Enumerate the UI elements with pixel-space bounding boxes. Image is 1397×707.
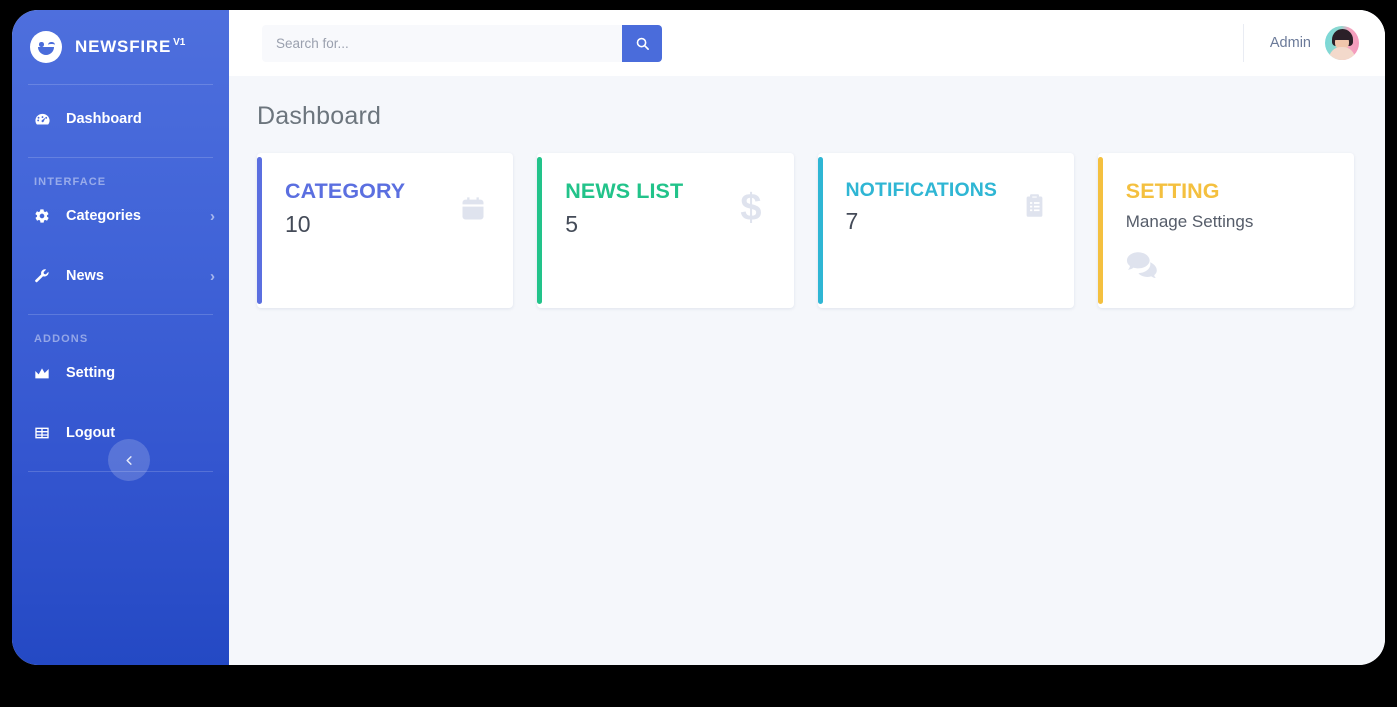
card-title: SETTING xyxy=(1125,179,1220,203)
chevron-right-icon: › xyxy=(210,267,215,285)
card-accent xyxy=(1097,157,1103,304)
sidebar-item-label: News xyxy=(66,268,104,284)
search-input[interactable] xyxy=(262,24,622,62)
card-title: NOTIFICATIONS xyxy=(845,179,998,201)
sidebar-item-dashboard[interactable]: Dashboard xyxy=(12,97,229,141)
smiley-wink-icon xyxy=(30,31,62,63)
card-accent xyxy=(537,157,543,304)
card-accent xyxy=(817,157,823,304)
stat-card-setting[interactable]: SETTING Manage Settings xyxy=(1097,153,1354,308)
chevron-left-icon xyxy=(125,455,132,465)
comments-icon xyxy=(1126,251,1160,283)
sidebar-item-label: Setting xyxy=(66,365,116,381)
search-button[interactable] xyxy=(622,24,662,62)
dashboard-gauge-icon xyxy=(34,111,56,128)
stat-cards: CATEGORY 10 NEWS LIST 5 $ NOTIFICATIONS … xyxy=(257,153,1354,308)
sidebar-item-setting[interactable]: Setting xyxy=(12,351,229,395)
card-subtitle: Manage Settings xyxy=(1125,211,1254,231)
chevron-right-icon: › xyxy=(210,207,215,225)
stat-card-news-list[interactable]: NEWS LIST 5 $ xyxy=(537,153,794,308)
header-bar: Admin xyxy=(229,10,1385,76)
dollar-sign-icon: $ xyxy=(740,187,762,229)
table-grid-icon xyxy=(34,425,56,441)
sidebar-item-categories[interactable]: Categories › xyxy=(12,194,229,238)
stat-card-notifications[interactable]: NOTIFICATIONS 7 xyxy=(817,153,1074,308)
app-window: NEWSFIRE V1 Dashboard INTERFACE Categorie… xyxy=(12,10,1385,665)
page-title: Dashboard xyxy=(257,102,382,130)
stat-card-category[interactable]: CATEGORY 10 xyxy=(257,153,514,308)
card-value: 5 xyxy=(565,210,579,237)
card-value: 7 xyxy=(845,208,859,235)
area-chart-icon xyxy=(34,365,56,381)
search-icon xyxy=(636,37,649,50)
sidebar-item-label: Dashboard xyxy=(66,111,142,127)
sidebar-collapse-button[interactable] xyxy=(108,439,150,481)
sidebar-section-addons: ADDONS xyxy=(34,333,89,345)
content-area: Dashboard CATEGORY 10 NEWS LIST 5 $ NOTI… xyxy=(229,76,1385,665)
gear-icon xyxy=(34,208,56,224)
calendar-icon xyxy=(459,195,487,228)
user-name: Admin xyxy=(1269,35,1311,51)
sidebar-item-label: Logout xyxy=(66,425,116,441)
sidebar-item-news[interactable]: News › xyxy=(12,254,229,298)
search-bar xyxy=(262,24,662,62)
card-accent xyxy=(257,157,262,304)
brand-version: V1 xyxy=(173,37,186,49)
main-area: Admin Dashboard CATEGORY 10 xyxy=(229,10,1385,665)
user-menu[interactable]: Admin xyxy=(1242,24,1359,62)
brand[interactable]: NEWSFIRE V1 xyxy=(12,10,229,84)
card-title: NEWS LIST xyxy=(565,179,684,203)
sidebar-item-label: Categories xyxy=(66,208,141,224)
sidebar: NEWSFIRE V1 Dashboard INTERFACE Categorie… xyxy=(12,10,229,665)
brand-name: NEWSFIRE V1 xyxy=(75,37,186,56)
wrench-icon xyxy=(34,268,56,284)
sidebar-section-interface: INTERFACE xyxy=(34,176,107,188)
avatar[interactable] xyxy=(1325,26,1359,60)
clipboard-list-icon xyxy=(1021,192,1048,224)
